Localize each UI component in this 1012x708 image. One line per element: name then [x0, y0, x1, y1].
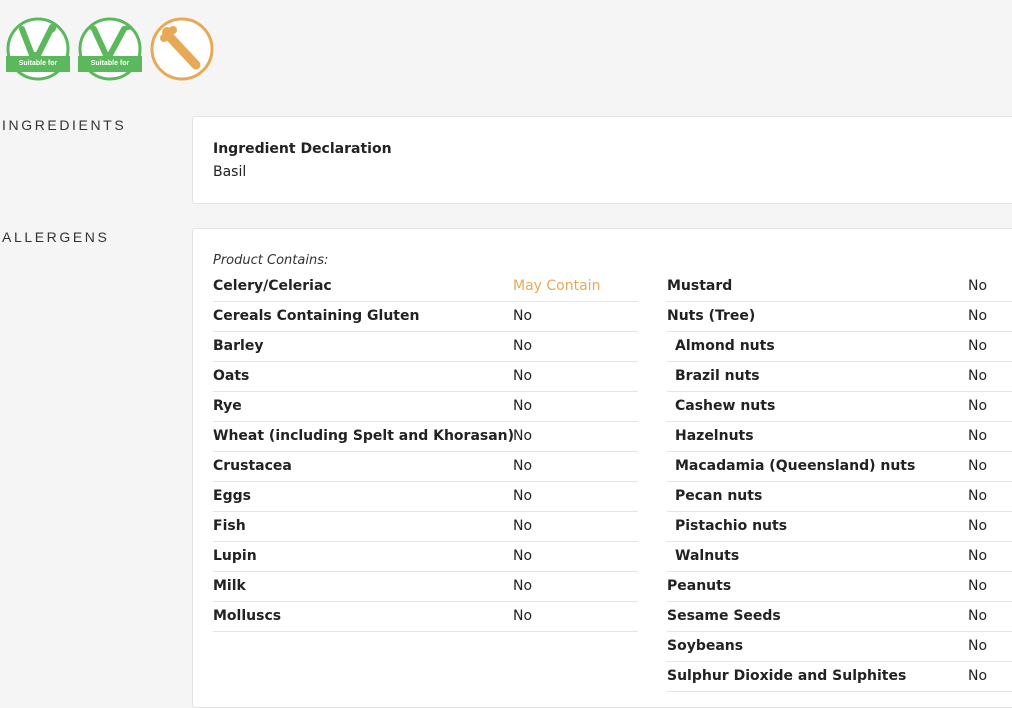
allergen-status: No [513, 308, 533, 324]
allergen-row: Eggs No [213, 482, 638, 512]
allergen-name: Fish [213, 518, 246, 534]
allergen-status: No [968, 278, 988, 294]
allergen-name: Brazil nuts [675, 368, 760, 384]
allergen-subrow: Hazelnuts No [667, 422, 1012, 452]
allergen-row: Celery/Celeriac May Contain [213, 272, 638, 302]
allergen-name: Nuts (Tree) [667, 308, 756, 324]
allergen-name: Wheat (including Spelt and Khorasan) [213, 428, 515, 444]
allergen-subrow: Almond nuts No [667, 332, 1012, 362]
allergen-name: Pistachio nuts [675, 518, 788, 534]
allergen-list-right: Mustard No Nuts (Tree) No Almond nuts No Br… [667, 272, 1012, 692]
allergen-status: No [968, 488, 988, 504]
allergen-row: Crustacea No [213, 452, 638, 482]
allergen-row: Mustard No [667, 272, 1012, 302]
allergen-row: Oats No [213, 362, 638, 392]
allergen-status: No [968, 668, 988, 684]
allergen-row: Barley No [213, 332, 638, 362]
allergen-name: Pecan nuts [675, 488, 763, 504]
allergen-row: Molluscs No [213, 602, 638, 632]
celery-allergen-icon [150, 17, 214, 81]
vegan-badge: Suitable for [78, 17, 142, 81]
allergen-status: No [968, 458, 988, 474]
celery-allergen-badge [150, 17, 214, 81]
ingredient-declaration-title: Ingredient Declaration [213, 141, 392, 157]
allergen-status: No [968, 638, 988, 654]
allergen-name: Sulphur Dioxide and Sulphites [667, 668, 907, 684]
allergen-row: Nuts (Tree) No [667, 302, 1012, 332]
allergen-status: No [968, 518, 988, 534]
allergen-row: Wheat (including Spelt and Khorasan) No [213, 422, 638, 452]
allergen-status: No [513, 338, 533, 354]
allergen-list-left: Celery/Celeriac May Contain Cereals Conta… [213, 272, 638, 632]
allergen-status: No [968, 578, 988, 594]
allergen-name: Almond nuts [675, 338, 775, 354]
allergen-name: Macadamia (Queensland) nuts [675, 458, 916, 474]
allergen-row: Lupin No [213, 542, 638, 572]
ingredients-card: Ingredient Declaration Basil [192, 116, 1012, 204]
allergen-name: Milk [213, 578, 246, 594]
allergen-name: Walnuts [675, 548, 740, 564]
dietary-badges: Suitable for Suitable for [6, 17, 214, 81]
allergen-name: Eggs [213, 488, 251, 504]
allergen-status: No [513, 458, 533, 474]
allergen-status: No [968, 368, 988, 384]
allergen-subrow: Brazil nuts No [667, 362, 1012, 392]
allergen-subrow: Cashew nuts No [667, 392, 1012, 422]
allergen-status: No [513, 428, 533, 444]
allergen-status: No [513, 518, 533, 534]
allergen-name: Cashew nuts [675, 398, 776, 414]
badge-label: Suitable for [90, 60, 130, 67]
allergen-status: No [968, 308, 988, 324]
allergen-name: Mustard [667, 278, 733, 294]
allergen-status: No [968, 548, 988, 564]
allergen-name: Molluscs [213, 608, 282, 624]
allergen-status: No [513, 608, 533, 624]
allergen-name: Cereals Containing Gluten [213, 308, 420, 324]
allergens-section-label: ALLERGENS [2, 229, 110, 245]
allergen-row: Fish No [213, 512, 638, 542]
vegetarian-badge: Suitable for [6, 17, 70, 81]
ingredient-declaration-value: Basil [213, 164, 247, 180]
allergen-row: Peanuts No [667, 572, 1012, 602]
allergen-status: No [513, 398, 533, 414]
allergen-status: No [968, 608, 988, 624]
allergen-name: Rye [213, 398, 242, 414]
allergen-name: Crustacea [213, 458, 292, 474]
product-contains-label: Product Contains: [213, 253, 329, 268]
allergen-name: Hazelnuts [675, 428, 754, 444]
allergen-status: No [968, 338, 988, 354]
allergen-name: Peanuts [667, 578, 732, 594]
allergen-name: Soybeans [667, 638, 744, 654]
allergen-subrow: Pistachio nuts No [667, 512, 1012, 542]
allergen-status: No [513, 368, 533, 384]
allergen-subrow: Walnuts No [667, 542, 1012, 572]
allergen-status: No [513, 488, 533, 504]
allergen-subrow: Macadamia (Queensland) nuts No [667, 452, 1012, 482]
allergen-name: Lupin [213, 548, 257, 564]
ingredients-section-label: INGREDIENTS [2, 117, 127, 133]
allergen-status: No [968, 398, 988, 414]
allergen-row: Rye No [213, 392, 638, 422]
allergen-row: Sesame Seeds No [667, 602, 1012, 632]
allergen-name: Celery/Celeriac [213, 278, 332, 294]
allergen-status: No [513, 578, 533, 594]
allergen-subrow: Pecan nuts No [667, 482, 1012, 512]
allergen-row: Cereals Containing Gluten No [213, 302, 638, 332]
allergens-card: Product Contains: Celery/Celeriac May Con… [192, 228, 1012, 708]
allergen-name: Oats [213, 368, 250, 384]
allergen-status: May Contain [513, 278, 601, 294]
allergen-status: No [513, 548, 533, 564]
badge-label: Suitable for [18, 60, 58, 67]
allergen-name: Sesame Seeds [667, 608, 781, 624]
allergen-status: No [968, 428, 988, 444]
allergen-name: Barley [213, 338, 264, 354]
allergen-row: Soybeans No [667, 632, 1012, 662]
allergen-row: Sulphur Dioxide and Sulphites No [667, 662, 1012, 692]
allergen-row: Milk No [213, 572, 638, 602]
